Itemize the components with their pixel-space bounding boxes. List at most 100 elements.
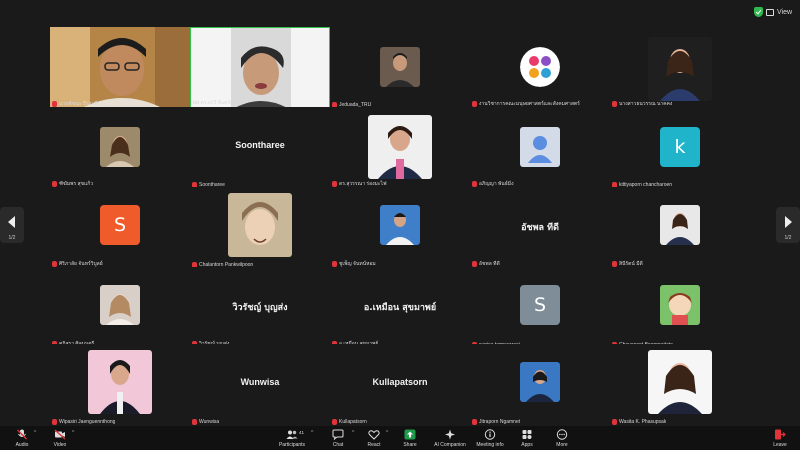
participants-options-caret-icon[interactable]: ^: [311, 430, 313, 436]
participant-tile[interactable]: สินีรัตน์ มีดี: [610, 187, 750, 269]
audio-options-caret-icon[interactable]: ^: [34, 430, 36, 436]
participant-tile[interactable]: Chalantorn Pankwilpoon: [190, 187, 330, 269]
top-bar: View: [0, 0, 800, 24]
meeting-info-button[interactable]: Meeting info: [470, 428, 510, 450]
participant-tile-active-speaker[interactable]: ผศ.ดร.อรวี จันทร์ทองสุข: [190, 27, 330, 109]
participant-tile[interactable]: อัชพล ทีดี อัชพล ทีดี: [470, 187, 610, 269]
participant-name: ผศ.ดร.อรวี จันทร์ทองสุข: [193, 100, 246, 106]
participant-photo: [660, 205, 700, 245]
video-options-caret-icon[interactable]: ^: [72, 430, 74, 436]
page-indicator: 1/2: [784, 235, 792, 241]
participant-display-name: อัชพล ทีดี: [521, 223, 559, 233]
participant-tile[interactable]: Kullapatsorn Kullapatsorn: [330, 344, 470, 426]
page-indicator: 1/2: [8, 235, 16, 241]
participant-photo: [660, 285, 700, 325]
participant-display-name: Kullapatsorn: [372, 377, 428, 387]
participant-display-name: Soontharee: [235, 140, 285, 150]
chevron-left-icon: [8, 216, 15, 228]
meeting-info-label: Meeting info: [476, 442, 504, 448]
muted-mic-icon: [52, 419, 57, 425]
ai-companion-button[interactable]: AI Companion: [430, 428, 470, 450]
participant-photo: [100, 127, 140, 167]
video-off-icon: [54, 429, 66, 440]
heart-icon: [368, 430, 380, 440]
participant-tile[interactable]: นายพัชญะ ปิ่นมณี: [50, 27, 190, 109]
apps-button[interactable]: Apps: [507, 428, 547, 450]
participant-tile[interactable]: งานวิชาการคณะมนุษยศาสตร์และสังคมศาสตร์: [470, 27, 610, 109]
participant-photo: [520, 362, 560, 402]
zoom-meeting-window: View นายพัชญะ ปิ่นมณี ผศ.ดร.อรวี จันทร์ท…: [0, 0, 800, 450]
participant-photo: [520, 47, 560, 87]
participants-count: 41: [299, 430, 305, 435]
participants-button[interactable]: 41 Participants: [272, 428, 312, 450]
participant-tile[interactable]: S sunisa tamnawwai: [470, 267, 610, 349]
leave-icon: [775, 429, 786, 440]
participant-tile[interactable]: อ.เหมือน สุขมาพย์ อ.เหมือน สุขมาพย์: [330, 267, 470, 349]
participant-tile[interactable]: Soontharee Soontharee: [190, 107, 330, 189]
muted-mic-icon: [612, 419, 617, 425]
leave-label: Leave: [773, 442, 787, 448]
leave-button[interactable]: Leave: [760, 428, 800, 450]
previous-page-button[interactable]: 1/2: [0, 207, 24, 243]
participant-photo: [380, 205, 420, 245]
participant-tile[interactable]: ศุภิสรา ศิลมนตรี: [50, 267, 190, 349]
encryption-shield-icon[interactable]: [754, 7, 763, 17]
grid-view-icon: [766, 8, 774, 16]
participant-tile[interactable]: Wunwisa Wunwisa: [190, 344, 330, 426]
participant-photo: [100, 285, 140, 325]
avatar-initial: S: [520, 285, 560, 325]
share-label: Share: [403, 442, 417, 448]
participant-tile[interactable]: k kittiyaporn chancharoen: [610, 107, 750, 189]
participants-label: Participants: [278, 442, 306, 448]
chat-label: Chat: [332, 442, 344, 448]
participant-video: [50, 27, 190, 109]
participant-photo: [648, 350, 712, 414]
default-avatar: [520, 127, 560, 167]
next-page-button[interactable]: 1/2: [776, 207, 800, 243]
participant-tile[interactable]: S ศิริภาลัย จันทร์วิบูลย์: [50, 187, 190, 269]
chevron-right-icon: [785, 216, 792, 228]
react-options-caret-icon[interactable]: ^: [386, 430, 388, 436]
apps-icon: [522, 430, 532, 439]
participant-tile[interactable]: ฑิฆัมพร สุขแก้ว: [50, 107, 190, 189]
participant-tile[interactable]: อภิญญา พันธ์มิ่ง: [470, 107, 610, 189]
participant-photo: [88, 350, 152, 414]
muted-mic-icon: [472, 419, 477, 425]
audio-label: Audio: [15, 442, 29, 448]
participant-tile[interactable]: Jitraporn Ngamnet: [470, 344, 610, 426]
share-screen-icon: [404, 429, 416, 440]
participant-name: Wunwisa: [199, 419, 220, 425]
apps-label: Apps: [521, 442, 533, 448]
participant-photo: [380, 47, 420, 87]
react-label: React: [367, 442, 381, 448]
view-button[interactable]: View: [766, 5, 792, 19]
share-button[interactable]: Share: [390, 428, 430, 450]
muted-mic-icon: [192, 419, 197, 425]
participant-photo: [228, 193, 292, 257]
participant-video: [191, 28, 329, 108]
more-button[interactable]: More: [542, 428, 582, 450]
gallery-view: นายพัชญะ ปิ่นมณี ผศ.ดร.อรวี จันทร์ทองสุข: [0, 24, 800, 426]
participants-icon: [286, 430, 298, 439]
participant-name: Kullapatsorn: [339, 419, 367, 425]
participant-name: Wasita K. Phasupsak: [619, 419, 667, 425]
participant-tile[interactable]: วิวรัชญ์ บุญส่ง วิวรัชญ์ บุญส่ง: [190, 267, 330, 349]
participant-tile[interactable]: Wasita K. Phasupsak: [610, 344, 750, 426]
participant-tile[interactable]: Jeduada_TRU: [330, 27, 470, 109]
participant-tile[interactable]: Chayanoot Boonpraitate: [610, 267, 750, 349]
sparkle-icon: [445, 429, 455, 440]
more-label: More: [556, 442, 568, 448]
video-label: Video: [53, 442, 67, 448]
meeting-toolbar: Audio ^ Video ^ 41 Participants ^ Chat ^…: [0, 426, 800, 450]
participant-tile[interactable]: นางสาวธนวรรณ นาคคง: [610, 27, 750, 109]
more-dots-icon: [556, 429, 568, 440]
participant-tile[interactable]: ดร.สุวรรณา ร่องมะไฟ: [330, 107, 470, 189]
chat-bubble-icon: [332, 429, 344, 440]
participant-display-name: วิวรัชญ์ บุญส่ง: [232, 303, 288, 313]
participant-photo: [648, 37, 712, 101]
participant-display-name: อ.เหมือน สุขมาพย์: [363, 303, 437, 313]
participant-tile[interactable]: ชูเพ็ญ จันทน์หอม: [330, 187, 470, 269]
microphone-muted-icon: [17, 429, 27, 440]
participant-display-name: Wunwisa: [240, 377, 280, 387]
participant-tile[interactable]: Wipasiri Jaenguennthong: [50, 344, 190, 426]
